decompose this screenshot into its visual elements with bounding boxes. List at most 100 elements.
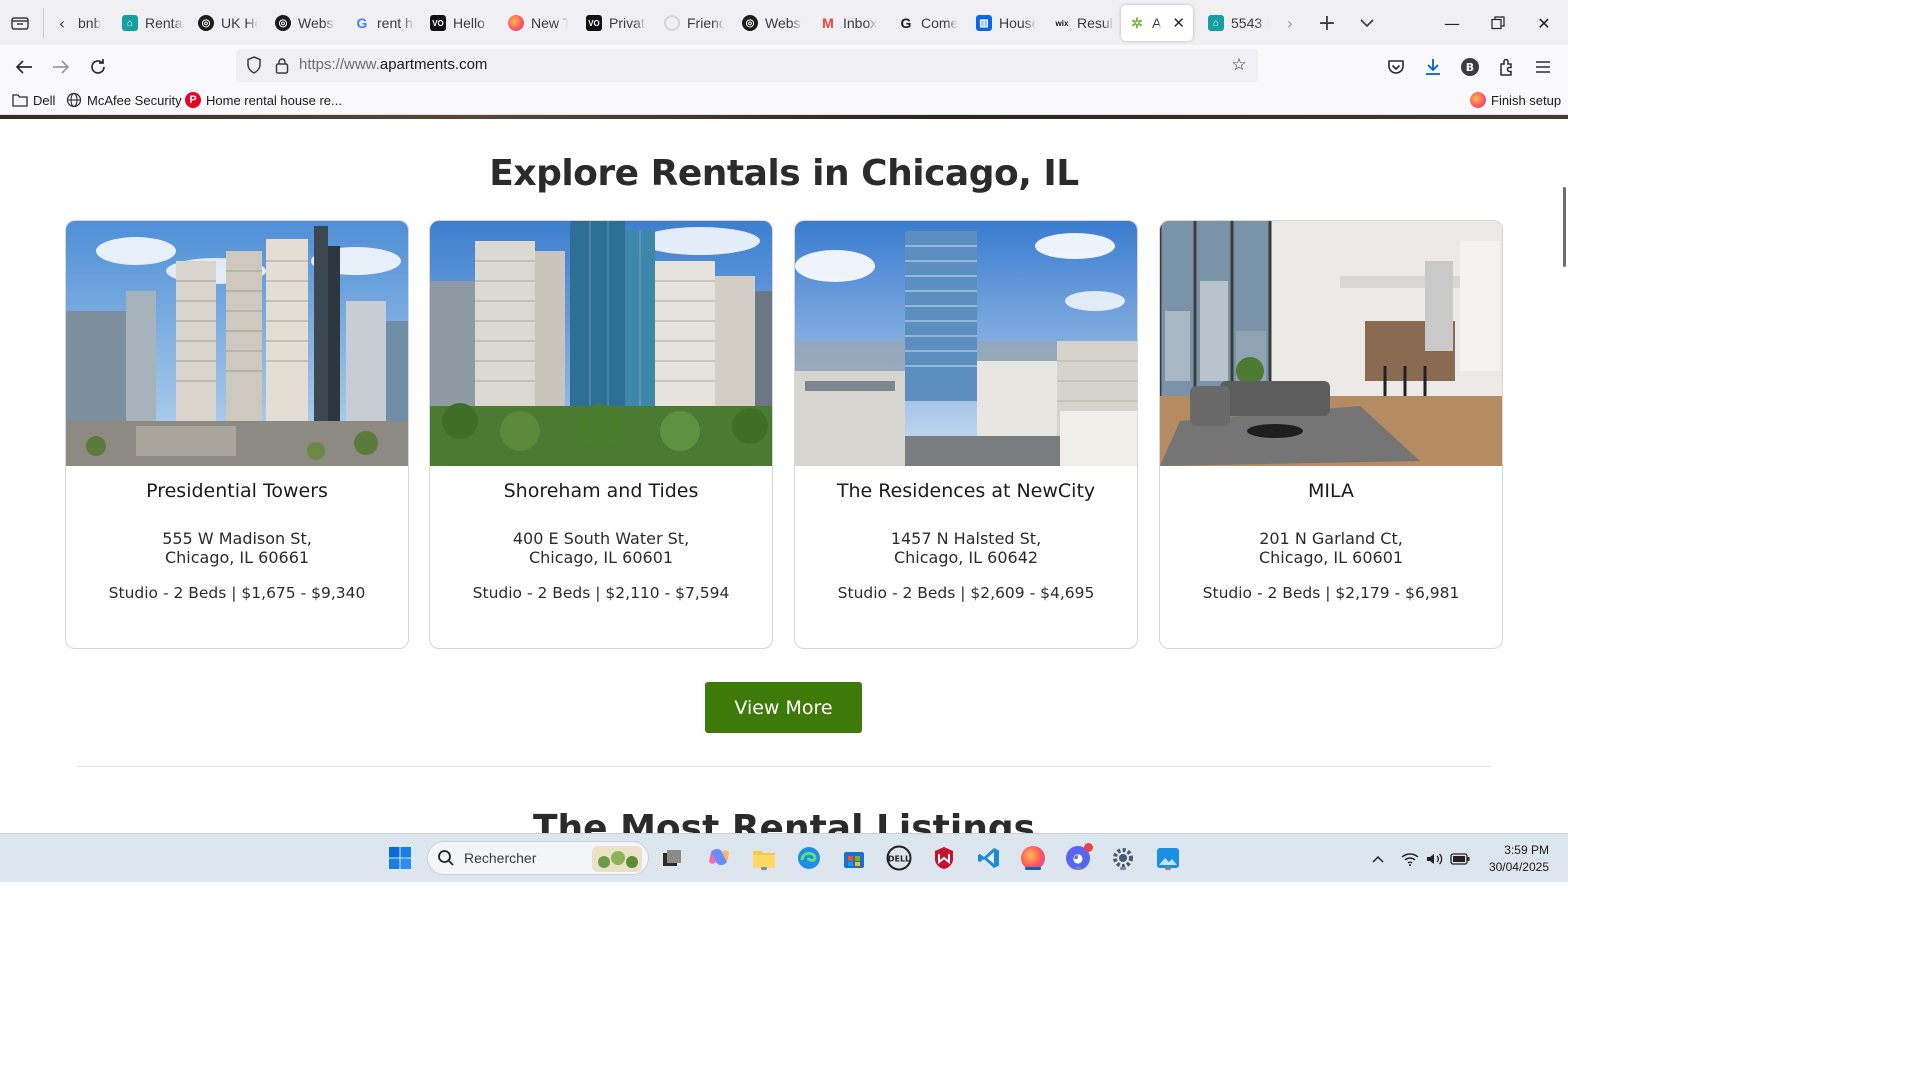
new-tab-icon[interactable]: + (1314, 10, 1340, 36)
task-view-icon[interactable] (657, 843, 687, 873)
chevron-down-icon[interactable] (1354, 10, 1380, 36)
downloads-icon[interactable] (1419, 53, 1447, 81)
page-scrollbar[interactable] (1563, 187, 1566, 267)
mcafee-icon[interactable] (929, 843, 959, 873)
copilot-icon[interactable] (704, 843, 734, 873)
listing-card[interactable]: Presidential Towers 555 W Madison St, Ch… (65, 220, 409, 649)
tab-rentals[interactable]: ⌂ Rentals (118, 5, 184, 41)
tab-inbox[interactable]: M Inbox (816, 5, 880, 41)
tab-house[interactable]: ▥ House (972, 5, 1036, 41)
listing-name[interactable]: Presidential Towers (66, 480, 408, 502)
listing-name[interactable]: MILA (1160, 480, 1502, 502)
tab-uk-ho[interactable]: ◎ UK Ho (194, 5, 258, 41)
running-indicator (1165, 867, 1171, 870)
close-window-icon[interactable]: ✕ (1529, 8, 1559, 38)
tab-scroll-right-icon[interactable]: › (1280, 12, 1300, 34)
tab-label: rent ho (377, 15, 414, 31)
listing-photo-presidential-towers[interactable] (66, 221, 408, 466)
wix-icon: wix (1055, 18, 1069, 28)
extensions-icon[interactable] (1493, 53, 1521, 81)
windows-start-icon[interactable] (385, 843, 415, 873)
tab-private[interactable]: VO Private (582, 5, 646, 41)
listing-address-line2: Chicago, IL 60661 (164, 548, 310, 567)
dell-icon[interactable]: DELL (884, 843, 914, 873)
tab-label: Inbox (843, 15, 878, 31)
tab-label: Come (921, 15, 958, 31)
tab-label: House (999, 15, 1036, 31)
forward-icon[interactable] (47, 53, 75, 81)
tab-rent-ho[interactable]: Grent ho (350, 5, 414, 41)
back-icon[interactable] (10, 53, 38, 81)
search-highlight-image-icon (592, 846, 642, 872)
taskbar-clock[interactable]: 3:59 PM 30/04/2025 (1489, 842, 1549, 876)
finish-setup-button[interactable]: Finish setup (1470, 92, 1561, 108)
svg-text:DELL: DELL (888, 855, 910, 864)
minimize-icon[interactable]: — (1437, 8, 1467, 38)
wifi-icon[interactable] (1399, 848, 1421, 870)
reload-icon[interactable] (84, 53, 112, 81)
listing-card[interactable]: The Residences at NewCity 1457 N Halsted… (794, 220, 1138, 649)
firefox-taskbar-icon[interactable] (1018, 843, 1048, 873)
lock-icon[interactable] (272, 55, 292, 75)
tracking-protection-shield-icon[interactable] (244, 55, 264, 75)
battery-icon[interactable] (1449, 848, 1471, 870)
grammarly-g-icon: G (900, 15, 912, 31)
listing-photo-residences-at-newcity[interactable] (795, 221, 1137, 466)
app-menu-icon[interactable] (1529, 53, 1557, 81)
tab-scroll-left-icon[interactable]: ‹ (52, 12, 72, 34)
listing-name[interactable]: Shoreham and Tides (430, 480, 772, 502)
windows-taskbar: Rechercher DELL ◕ 3:59 PM 30/04/2025 (0, 833, 1568, 882)
taskbar-search-box[interactable]: Rechercher (427, 841, 649, 875)
tab-label: 5543 E (1231, 15, 1268, 31)
navigation-bar: https://www.apartments.com ☆ B (0, 45, 1568, 87)
listing-name[interactable]: The Residences at NewCity (795, 480, 1137, 502)
tab-result[interactable]: wix Result (1050, 5, 1114, 41)
account-avatar[interactable]: B (1456, 53, 1484, 81)
tab-new-tab[interactable]: New T (504, 5, 568, 41)
bookmark-pinterest[interactable]: P Home rental house re... (185, 92, 342, 108)
tab-website-2[interactable]: ◎ Websi (738, 5, 802, 41)
tab-5543[interactable]: ⌂ 5543 E (1204, 5, 1268, 41)
tab-hello[interactable]: VO Hello I (426, 5, 490, 41)
close-icon[interactable]: ✕ (1172, 14, 1185, 32)
tab-apartments[interactable]: ✲ Ap ✕ (1121, 5, 1193, 41)
firefox-view-icon[interactable] (8, 12, 32, 34)
tab-website-1[interactable]: ◎ Websi (271, 5, 335, 41)
url-text[interactable]: https://www.apartments.com (299, 56, 487, 73)
apartments-icon: ✲ (1131, 14, 1143, 31)
listing-address-line2: Chicago, IL 60601 (528, 548, 674, 567)
trello-icon: ▥ (976, 15, 992, 31)
pocket-icon[interactable] (1382, 53, 1410, 81)
settings-gear-icon[interactable] (1108, 843, 1138, 873)
listing-beds-price: Studio - 2 Beds | $1,675 - $9,340 (108, 584, 366, 602)
listing-photo-shoreham-and-tides[interactable] (430, 221, 772, 466)
tab-label: bnb (78, 15, 102, 31)
clock-date: 30/04/2025 (1488, 860, 1549, 874)
bookmark-dell[interactable]: Dell (12, 92, 55, 108)
pinterest-icon: P (185, 92, 201, 108)
photos-app-icon[interactable] (1153, 843, 1183, 873)
running-indicator (1120, 867, 1126, 870)
view-more-button[interactable]: View More (705, 682, 862, 733)
vscode-icon[interactable] (974, 843, 1004, 873)
tab-come[interactable]: G Come (894, 5, 958, 41)
openai-icon: ◎ (275, 15, 291, 31)
listing-card[interactable]: Shoreham and Tides 400 E South Water St,… (429, 220, 773, 649)
bookmarks-toolbar: Dell McAfee Security P Home rental house… (0, 87, 1568, 115)
bookmark-label: Dell (33, 92, 56, 108)
show-hidden-icons-chevron-icon[interactable] (1367, 848, 1389, 870)
address-bar[interactable]: https://www.apartments.com ☆ (236, 49, 1258, 82)
discord-icon[interactable]: ◕ (1063, 843, 1093, 873)
bookmark-mcafee[interactable]: McAfee Security (66, 92, 182, 108)
tab-airbnb[interactable]: bnb (74, 5, 104, 41)
notification-badge (1084, 843, 1093, 852)
listing-card[interactable]: MILA 201 N Garland Ct, Chicago, IL 60601… (1159, 220, 1503, 649)
restore-icon[interactable] (1483, 8, 1513, 38)
tab-friend[interactable]: Friend (660, 5, 724, 41)
bookmark-star-icon[interactable]: ☆ (1228, 54, 1250, 76)
microsoft-store-icon[interactable] (839, 843, 869, 873)
file-explorer-icon[interactable] (749, 843, 779, 873)
listing-photo-mila[interactable] (1160, 221, 1502, 466)
volume-icon[interactable] (1424, 848, 1446, 870)
edge-icon[interactable] (794, 843, 824, 873)
